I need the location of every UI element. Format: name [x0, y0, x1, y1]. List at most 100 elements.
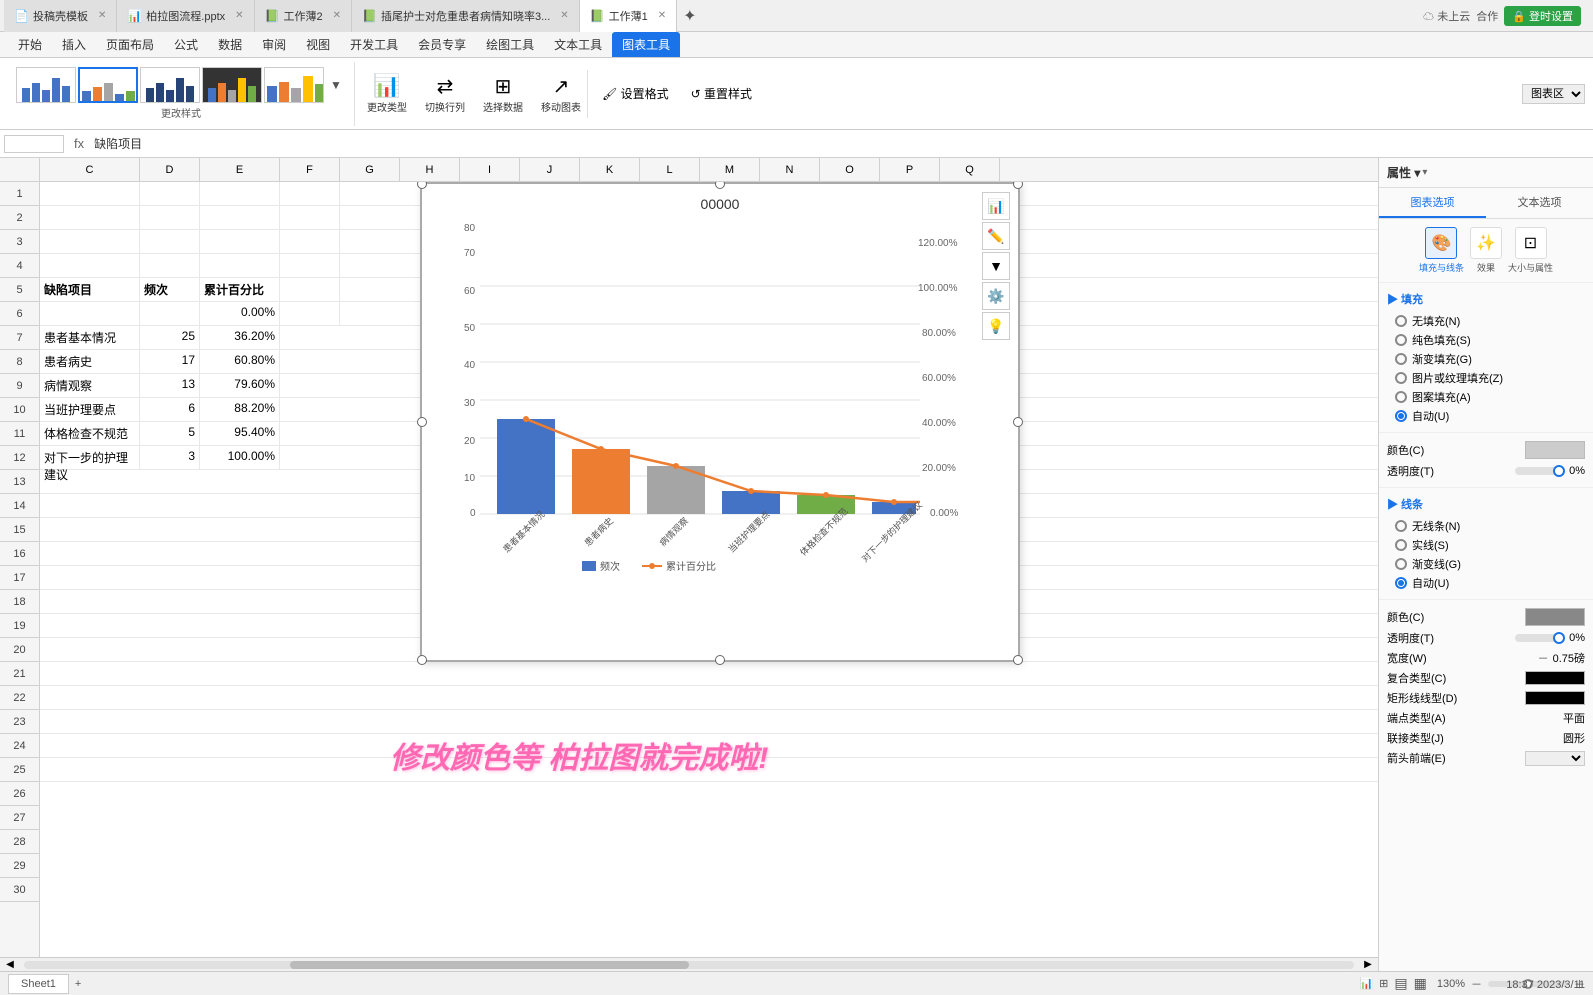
panel-tab-text[interactable]: 文本选项 — [1486, 188, 1593, 218]
line-color-swatch[interactable] — [1525, 608, 1585, 626]
view-icon-4[interactable]: ▦ — [1414, 975, 1427, 992]
change-type-btn[interactable]: 📊 更改类型 — [361, 69, 413, 118]
tab-layout[interactable]: 页面布局 — [96, 32, 164, 57]
tab-view[interactable]: 视图 — [296, 32, 340, 57]
tab-workbook1[interactable]: 📗 工作薄1 ✕ — [580, 0, 677, 32]
subtab-size[interactable]: ⊡ 大小与属性 — [1508, 227, 1553, 274]
select-data-btn[interactable]: ⊞ 选择数据 — [477, 70, 529, 118]
fill-color-swatch[interactable] — [1525, 441, 1585, 459]
sheet-tab[interactable]: Sheet1 — [8, 974, 69, 994]
view-icon-3[interactable]: ▤ — [1394, 975, 1407, 992]
compound-swatch[interactable] — [1525, 671, 1585, 685]
chart-style-more[interactable]: ▼ — [326, 67, 346, 103]
set-format-btn[interactable]: 🖌 设置格式 — [594, 81, 677, 106]
chart-data-icon[interactable]: 📊 — [982, 192, 1010, 220]
transparency-slider-thumb[interactable] — [1553, 465, 1565, 477]
fill-auto[interactable]: 自动(U) — [1395, 408, 1585, 424]
chart-light-icon[interactable]: 💡 — [982, 312, 1010, 340]
view-icon-1[interactable]: 📊 — [1359, 977, 1373, 990]
line-section-title[interactable]: ▶ 线条 — [1387, 496, 1585, 512]
line-minus[interactable]: － — [1538, 650, 1549, 666]
scroll-left[interactable]: ◀ — [0, 959, 20, 970]
tab-template[interactable]: 📄 投稿壳模板 ✕ — [4, 0, 117, 32]
handle-bl[interactable] — [417, 655, 427, 665]
tab-chart[interactable]: 图表工具 — [612, 32, 680, 57]
fill-picture[interactable]: 图片或纹理填充(Z) — [1395, 370, 1585, 386]
bar-2[interactable] — [572, 449, 630, 514]
dash-swatch[interactable] — [1525, 691, 1585, 705]
fill-section-title[interactable]: ▶ 填充 — [1387, 291, 1585, 307]
fill-color-section: 颜色(C) 透明度(T) 0% — [1379, 433, 1593, 488]
svg-text:30: 30 — [464, 398, 476, 409]
panel-tab-chart[interactable]: 图表选项 — [1379, 188, 1486, 218]
close-tab-wb1[interactable]: ✕ — [658, 10, 666, 21]
close-tab-wb2[interactable]: ✕ — [333, 10, 341, 21]
cell-r11c1: 体格检查不规范 — [40, 422, 140, 445]
tab-pptx[interactable]: 📊 柏拉图流程.pptx ✕ — [117, 0, 254, 32]
scroll-thumb-h[interactable] — [290, 961, 689, 969]
close-tab-pptx[interactable]: ✕ — [235, 10, 243, 21]
line-gradient[interactable]: 渐变线(G) — [1395, 556, 1585, 572]
login-btn[interactable]: 🔒 登时设置 — [1504, 6, 1581, 26]
chart-style-5[interactable] — [264, 67, 324, 103]
tab-text[interactable]: 文本工具 — [544, 32, 612, 57]
svg-text:80: 80 — [464, 223, 476, 234]
chart-style-3[interactable] — [140, 67, 200, 103]
line-solid[interactable]: 实线(S) — [1395, 537, 1585, 553]
fill-solid[interactable]: 纯色填充(S) — [1395, 332, 1585, 348]
chart-container[interactable]: 00000 📊 ✏️ ▼ ⚙️ 💡 0 — [420, 182, 1020, 662]
row-9: 9 — [0, 374, 39, 398]
tab-draw[interactable]: 绘图工具 — [476, 32, 544, 57]
close-tab-template[interactable]: ✕ — [98, 10, 106, 21]
chart-settings-icon[interactable]: ⚙️ — [982, 282, 1010, 310]
scroll-right[interactable]: ▶ — [1358, 959, 1378, 970]
chart-style-2[interactable] — [78, 67, 138, 103]
close-tab-nurse[interactable]: ✕ — [560, 10, 568, 21]
tab-data[interactable]: 数据 — [208, 32, 252, 57]
tab-formula[interactable]: 公式 — [164, 32, 208, 57]
subtab-effect[interactable]: ✨ 效果 — [1470, 227, 1502, 274]
chart-edit-icon[interactable]: ✏️ — [982, 222, 1010, 250]
tab-workbook2[interactable]: 📗 工作薄2 ✕ — [255, 0, 352, 32]
chart-style-4[interactable] — [202, 67, 262, 103]
switch-rowcol-btn[interactable]: ⇄ 切换行列 — [419, 70, 471, 118]
chart-style-1[interactable] — [16, 67, 76, 103]
fill-pattern[interactable]: 图案填充(A) — [1395, 389, 1585, 405]
chart-area-selector[interactable]: 图表区 — [1522, 84, 1585, 104]
tab-member[interactable]: 会员专享 — [408, 32, 476, 57]
add-sheet-button[interactable]: + — [69, 975, 87, 993]
tab-developer[interactable]: 开发工具 — [340, 32, 408, 57]
move-chart-btn[interactable]: ↗ 移动图表 — [535, 70, 588, 118]
reset-style-btn[interactable]: ↺ 重置样式 — [683, 81, 760, 106]
tab-insert[interactable]: 插入 — [52, 32, 96, 57]
cell-r8c2: 17 — [140, 350, 200, 373]
fx-button[interactable]: fx — [68, 134, 90, 153]
cell-r12c3: 100.00% — [200, 446, 280, 469]
name-box[interactable] — [4, 135, 64, 153]
tab-start[interactable]: 开始 — [8, 32, 52, 57]
line-none[interactable]: 无线条(N) — [1395, 518, 1585, 534]
tab-review[interactable]: 审阅 — [252, 32, 296, 57]
handle-bc[interactable] — [715, 655, 725, 665]
chart-svg: 0 10 20 30 40 50 60 70 80 0.00% — [442, 216, 1002, 596]
horizontal-scrollbar[interactable]: ◀ ▶ — [0, 957, 1378, 971]
chart-filter-icon[interactable]: ▼ — [982, 252, 1010, 280]
handle-ml[interactable] — [417, 417, 427, 427]
line-auto[interactable]: 自动(U) — [1395, 575, 1585, 591]
zoom-minus[interactable]: － — [1471, 976, 1482, 992]
handle-br[interactable] — [1013, 655, 1023, 665]
fill-gradient[interactable]: 渐变填充(G) — [1395, 351, 1585, 367]
cell-r8c1: 患者病史 — [40, 350, 140, 373]
add-tab-button[interactable]: ✦ — [677, 0, 702, 32]
chart-area-dropdown[interactable]: 图表区 — [1522, 84, 1585, 104]
view-icon-2[interactable]: ⊞ — [1379, 977, 1388, 990]
tab-nurse[interactable]: 📗 插尾护士对危重患者病情知晓率3... ✕ — [352, 0, 580, 32]
fill-none[interactable]: 无填充(N) — [1395, 313, 1585, 329]
collaborate-btn[interactable]: 合作 — [1476, 8, 1498, 24]
handle-mr[interactable] — [1013, 417, 1023, 427]
bar-1[interactable] — [497, 419, 555, 514]
bar-4[interactable] — [722, 491, 780, 514]
arrow-dropdown[interactable] — [1525, 751, 1585, 766]
subtab-fill[interactable]: 🎨 填充与线条 — [1419, 227, 1464, 274]
line-transparency-thumb[interactable] — [1553, 632, 1565, 644]
